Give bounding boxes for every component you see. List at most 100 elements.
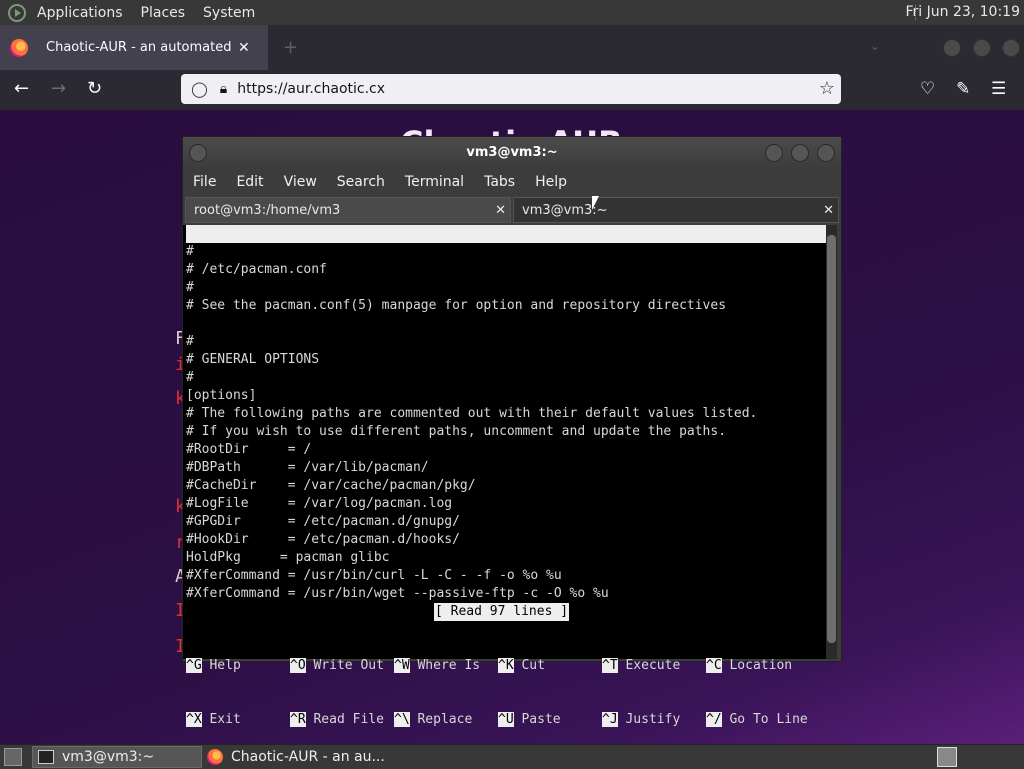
clock[interactable]: Fri Jun 23, 10:19 (905, 4, 1020, 20)
new-tab-button[interactable]: + (283, 37, 298, 58)
forward-arrow-icon[interactable]: → (51, 78, 66, 99)
nano-shortcut-key: ^X (186, 712, 202, 727)
nano-line[interactable]: # See the pacman.conf(5) manpage for opt… (186, 297, 757, 315)
close-tab-icon[interactable]: ✕ (238, 40, 250, 56)
menu-help[interactable]: Help (525, 174, 577, 190)
menu-search[interactable]: Search (327, 174, 395, 190)
browser-tab-title: Chaotic-AUR - an automated bu (46, 40, 232, 55)
close-tab-icon[interactable]: ✕ (823, 203, 834, 218)
nano-line[interactable]: # The following paths are commented out … (186, 405, 757, 423)
taskbar-item-terminal[interactable]: vm3@vm3:~ (32, 746, 202, 768)
nano-shortcut-label: Location (729, 658, 793, 673)
pocket-icon[interactable]: ♡ (920, 79, 935, 99)
nano-line[interactable]: # If you wish to use different paths, un… (186, 423, 757, 441)
nano-shortcut-key: ^/ (706, 712, 722, 727)
nano-line[interactable]: #LogFile = /var/log/pacman.log (186, 495, 757, 513)
maximize-button[interactable] (791, 144, 809, 162)
nano-shortcut-key: ^G (186, 658, 202, 673)
nano-line[interactable]: #XferCommand = /usr/bin/curl -L -C - -f … (186, 567, 757, 585)
nano-editor-lines[interactable]: # # /etc/pacman.conf # # See the pacman.con… (186, 243, 757, 603)
terminal-titlebar[interactable]: vm3@vm3:~ (183, 137, 841, 169)
lock-icon[interactable]: 🔒︎ (220, 81, 227, 97)
terminal-screen[interactable]: GNU nano 7.2 /etc/pacman.conf # # /etc/pa… (183, 225, 826, 727)
nano-shortcut: ^X Exit (186, 711, 241, 729)
nano-shortcut: ^T Execute (602, 657, 680, 675)
system-menu[interactable]: System (194, 5, 264, 21)
list-tabs-icon[interactable]: ⌄ (870, 39, 880, 53)
nano-line[interactable]: #CacheDir = /var/cache/pacman/pkg/ (186, 477, 757, 495)
nano-shortcut: ^O Write Out (290, 657, 384, 675)
nano-shortcut: ^/ Go To Line (706, 711, 808, 729)
nano-shortcut: ^C Location (706, 657, 792, 675)
top-panel: Applications Places System Fri Jun 23, 1… (0, 0, 1024, 26)
menu-terminal[interactable]: Terminal (395, 174, 474, 190)
nano-shortcut: ^K Cut (498, 657, 545, 675)
nano-line[interactable]: HoldPkg = pacman glibc (186, 549, 757, 567)
nano-shortcut-key: ^K (498, 658, 514, 673)
terminal-tab-vm3[interactable]: vm3@vm3:~ ✕ (513, 197, 839, 223)
menu-file[interactable]: File (183, 174, 226, 190)
nano-shortcut: ^U Paste (498, 711, 561, 729)
nano-line[interactable]: # /etc/pacman.conf (186, 261, 757, 279)
nano-shortcut-label: Replace (417, 712, 473, 727)
workspace-switcher[interactable] (937, 747, 957, 767)
terminal-window[interactable]: vm3@vm3:~ File Edit View Search Terminal… (182, 136, 842, 727)
taskbar-item-firefox[interactable]: Chaotic-AUR - an au... (202, 746, 402, 768)
url-bar[interactable]: ◯ 🔒︎ https://aur.chaotic.cx ☆ (181, 74, 841, 104)
terminal-tab-root[interactable]: root@vm3:/home/vm3 ✕ (185, 197, 511, 223)
terminal-tab-label: root@vm3:/home/vm3 (194, 202, 341, 218)
terminal-tab-bar: root@vm3:/home/vm3 ✕ vm3@vm3:~ ✕ (183, 197, 841, 223)
nano-status: [ Read 97 lines ] (434, 603, 570, 621)
taskbar-item-label: Chaotic-AUR - an au... (231, 749, 385, 765)
places-menu[interactable]: Places (132, 5, 195, 21)
nano-shortcut: ^\ Replace (394, 711, 472, 729)
nano-shortcut: ^J Justify (602, 711, 680, 729)
distro-logo-icon[interactable] (8, 3, 26, 22)
nano-line[interactable]: #RootDir = / (186, 441, 757, 459)
nano-shortcut-label: Read File (313, 712, 384, 727)
menu-tabs[interactable]: Tabs (474, 174, 525, 190)
extensions-icon[interactable]: ✎ (956, 79, 970, 99)
terminal-title: vm3@vm3:~ (466, 145, 558, 160)
firefox-icon (207, 749, 223, 765)
nano-line[interactable]: # (186, 279, 757, 297)
nano-line[interactable]: #GPGDir = /etc/pacman.d/gnupg/ (186, 513, 757, 531)
close-window-button[interactable] (1002, 39, 1020, 57)
nano-shortcut-key: ^R (290, 712, 306, 727)
scrollbar-thumb[interactable] (827, 235, 836, 643)
nano-line[interactable]: # (186, 243, 757, 261)
shield-icon[interactable]: ◯ (191, 80, 208, 98)
nano-shortcut-label: Help (209, 658, 241, 673)
bookmark-star-icon[interactable]: ☆ (819, 78, 835, 99)
menu-edit[interactable]: Edit (226, 174, 273, 190)
minimize-button[interactable] (765, 144, 783, 162)
nano-shortcut-label: Exit (209, 712, 241, 727)
nano-shortcut-label: Cut (521, 658, 545, 673)
minimize-window-button[interactable] (943, 39, 961, 57)
nano-line[interactable]: #HookDir = /etc/pacman.d/hooks/ (186, 531, 757, 549)
nano-line[interactable]: #DBPath = /var/lib/pacman/ (186, 459, 757, 477)
nano-line[interactable]: # GENERAL OPTIONS (186, 351, 757, 369)
nano-shortcut-key: ^\ (394, 712, 410, 727)
nano-line[interactable]: # (186, 333, 757, 351)
nano-line[interactable]: [options] (186, 387, 757, 405)
close-tab-icon[interactable]: ✕ (495, 203, 506, 218)
nano-line[interactable]: #XferCommand = /usr/bin/wget --passive-f… (186, 585, 757, 603)
nano-line[interactable] (186, 315, 757, 333)
show-desktop-icon[interactable] (4, 748, 22, 766)
terminal-menubar: File Edit View Search Terminal Tabs Help (183, 169, 841, 195)
nano-shortcut-label: Justify (625, 712, 681, 727)
menu-icon[interactable]: ☰ (991, 79, 1006, 99)
url-text[interactable]: https://aur.chaotic.cx (237, 81, 385, 97)
terminal-scrollbar[interactable] (826, 225, 837, 659)
reload-icon[interactable]: ↻ (87, 78, 102, 99)
firefox-nav-bar: ← → ↻ ◯ 🔒︎ https://aur.chaotic.cx ☆ ♡ ✎ … (0, 70, 1024, 110)
menu-view[interactable]: View (274, 174, 327, 190)
back-arrow-icon[interactable]: ← (14, 78, 29, 99)
nano-line[interactable]: # (186, 369, 757, 387)
browser-tab[interactable]: Chaotic-AUR - an automated bu ✕ (0, 25, 268, 70)
maximize-window-button[interactable] (973, 39, 991, 57)
nano-shortcut-key: ^U (498, 712, 514, 727)
close-button[interactable] (817, 144, 835, 162)
applications-menu[interactable]: Applications (28, 5, 132, 21)
